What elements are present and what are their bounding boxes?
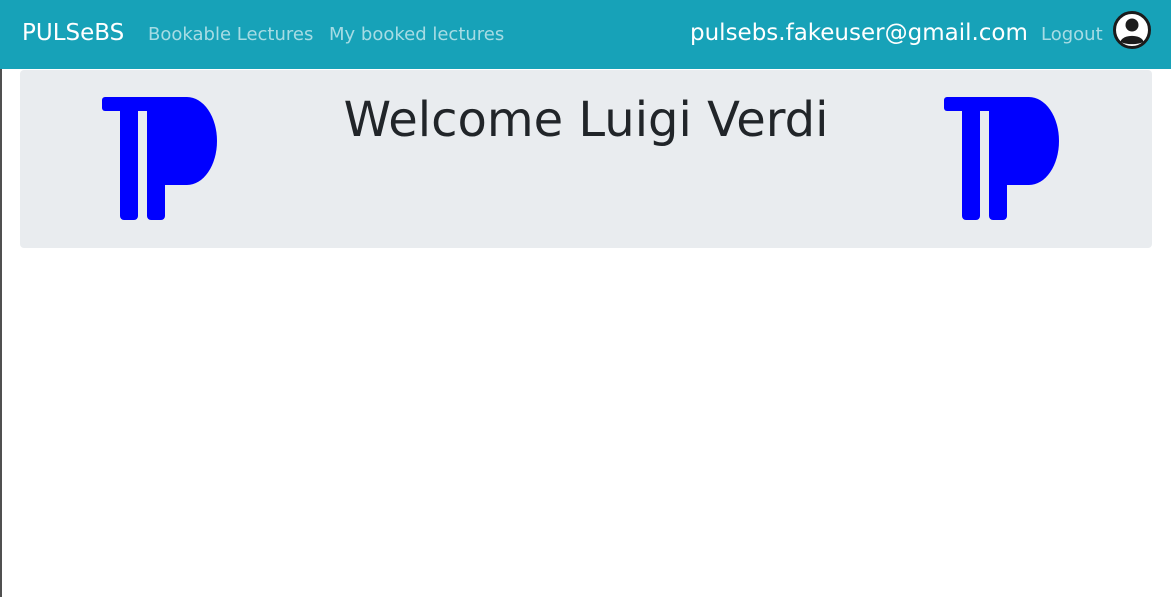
user-email: pulsebs.fakeuser@gmail.com [690,20,1028,46]
nav-my-booked-lectures[interactable]: My booked lectures [329,24,504,45]
logout-button[interactable]: Logout [1041,24,1103,45]
user-circle-icon[interactable] [1112,10,1152,50]
brand-link[interactable]: PULSeBS [22,20,124,46]
nav-bookable-lectures[interactable]: Bookable Lectures [148,24,313,45]
window-edge [0,69,2,597]
top-navbar: PULSeBS Bookable Lectures My booked lect… [0,0,1171,69]
tp-logo-right [944,97,1059,220]
welcome-jumbotron: Welcome Luigi Verdi [20,70,1152,248]
